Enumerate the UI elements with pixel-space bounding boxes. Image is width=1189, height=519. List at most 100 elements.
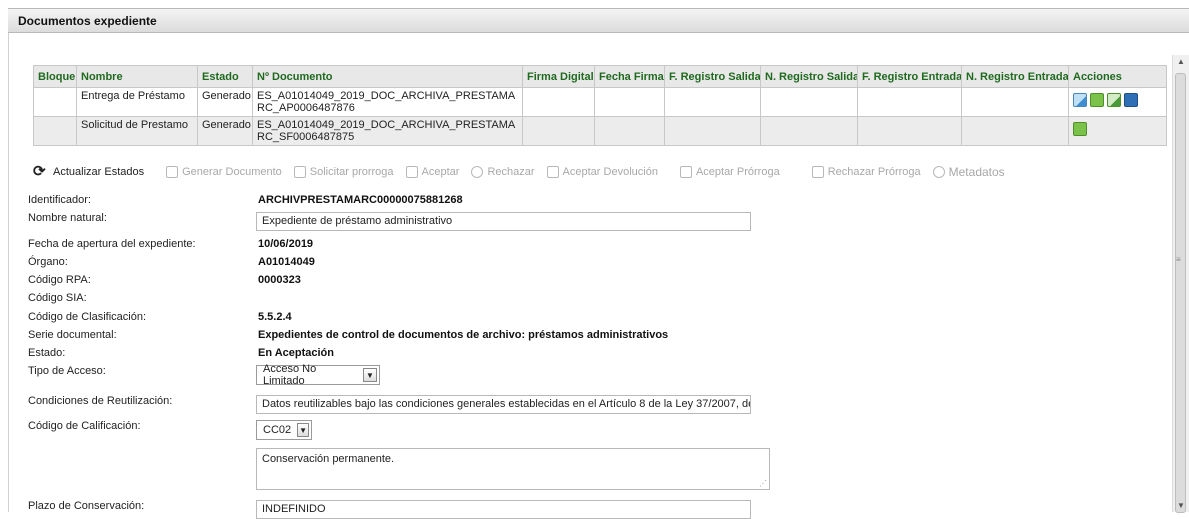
scroll-up-icon[interactable]: ▲	[1177, 57, 1185, 66]
codigo-sia-label: Código SIA:	[28, 292, 87, 304]
document-toolbar: ⟳ Actualizar Estados Generar Documento S…	[33, 162, 1017, 182]
edit-icon[interactable]	[1073, 93, 1087, 107]
serie-documental-label: Serie documental:	[28, 329, 117, 341]
cell-f-reg-salida	[664, 87, 761, 117]
cell-estado: Generado	[197, 116, 253, 146]
resize-grip-icon[interactable]: ⋰	[759, 479, 767, 488]
aceptar-devolucion-label: Aceptar Devolución	[562, 166, 658, 178]
cell-nombre: Solicitud de Prestamo	[76, 116, 198, 146]
codigo-calificacion-select[interactable]: CC02 ▼	[256, 420, 312, 440]
cell-n-reg-entrada	[961, 87, 1069, 117]
table-header-row: Bloque Nombre Estado Nº Documento Firma …	[33, 65, 1167, 88]
estado-label: Estado:	[28, 347, 66, 359]
codigo-calificacion-label: Código de Calificación:	[28, 420, 141, 432]
rechazar-button[interactable]: Rechazar	[471, 166, 535, 178]
solicitar-prorroga-button[interactable]: Solicitar prorroga	[293, 166, 394, 178]
rechazar-prorroga-label: Rechazar Prórroga	[827, 166, 921, 178]
tipo-acceso-value: Acceso No Limitado	[263, 363, 317, 387]
forbidden-icon	[471, 166, 484, 178]
identificador-label: Identificador:	[28, 194, 91, 206]
aceptar-label: Aceptar	[421, 166, 460, 178]
cell-acciones	[1068, 116, 1167, 146]
cell-fecha-firma	[594, 87, 665, 117]
metadata-icon	[932, 166, 945, 178]
scroll-down-icon[interactable]: ▼	[1177, 501, 1185, 510]
condiciones-reutilizacion-input[interactable]: Datos reutilizables bajo las condiciones…	[256, 395, 751, 414]
aceptar-prorroga-button[interactable]: Aceptar Prórroga	[679, 166, 780, 178]
vertical-scrollbar[interactable]: ▲ ≡ ▼	[1172, 55, 1189, 513]
actualizar-label: Actualizar Estados	[53, 166, 145, 178]
cell-n-reg-salida	[760, 87, 858, 117]
table-row[interactable]: Solicitud de Prestamo Generado ES_A01014…	[33, 116, 1167, 146]
tipo-acceso-select[interactable]: Acceso No Limitado ▼	[256, 363, 380, 387]
return-icon	[546, 166, 559, 178]
solicitar-label: Solicitar prorroga	[309, 166, 394, 178]
cell-firma	[522, 116, 595, 146]
scrollbar-thumb[interactable]	[1175, 73, 1186, 513]
plazo-conservacion-label: Plazo de Conservación:	[28, 500, 145, 512]
cell-acciones	[1068, 87, 1167, 117]
col-n-reg-salida[interactable]: N. Registro Salida	[760, 65, 858, 88]
cell-n-reg-entrada	[961, 116, 1069, 146]
calificacion-textarea[interactable]: Conservación permanente. ⋰	[256, 448, 770, 490]
close-box-icon	[811, 166, 824, 178]
panel-header: Documentos expediente	[8, 8, 1189, 33]
condiciones-reutilizacion-label: Condiciones de Reutilización:	[28, 395, 173, 407]
cell-numero: ES_A01014049_2019_DOC_ARCHIVA_PRESTAMARC…	[252, 116, 523, 146]
cell-nombre: Entrega de Préstamo	[76, 87, 198, 117]
cell-n-reg-salida	[760, 116, 858, 146]
codigo-clasificacion-value: 5.5.2.4	[258, 311, 292, 323]
calificacion-text: Conservación permanente.	[262, 453, 395, 465]
fecha-apertura-value: 10/06/2019	[258, 238, 314, 250]
rechazar-label: Rechazar	[487, 166, 535, 178]
cell-bloque	[33, 116, 77, 146]
cell-fecha-firma	[594, 116, 665, 146]
aceptar-button[interactable]: Aceptar	[405, 166, 460, 178]
cell-numero: ES_A01014049_2019_DOC_ARCHIVA_PRESTAMARC…	[252, 87, 523, 117]
sign-icon[interactable]	[1124, 93, 1138, 107]
chevron-down-icon[interactable]: ▼	[297, 423, 309, 437]
cell-estado: Generado	[197, 87, 253, 117]
col-fecha-firma[interactable]: Fecha Firma	[594, 65, 665, 88]
nombre-natural-label: Nombre natural:	[28, 212, 107, 224]
generar-documento-button[interactable]: Generar Documento	[166, 166, 282, 178]
download-icon[interactable]	[1090, 93, 1104, 107]
check-edit-icon[interactable]	[1107, 93, 1121, 107]
cell-bloque	[33, 87, 77, 117]
col-numero[interactable]: Nº Documento	[252, 65, 523, 88]
codigo-clasificacion-label: Código de Clasificación:	[28, 311, 147, 323]
nombre-natural-input[interactable]: Expediente de préstamo administrativo	[256, 212, 751, 231]
identificador-value: ARCHIVPRESTAMARC00000075881268	[258, 194, 463, 206]
documents-table: Bloque Nombre Estado Nº Documento Firma …	[33, 65, 1167, 146]
codigo-calificacion-value: CC02	[263, 424, 292, 436]
checkbox-icon	[679, 166, 692, 178]
col-estado[interactable]: Estado	[197, 65, 253, 88]
scroll-grip-icon: ≡	[1176, 255, 1181, 264]
col-n-reg-entrada[interactable]: N. Registro Entrada	[961, 65, 1069, 88]
col-acciones: Acciones	[1068, 65, 1167, 88]
col-bloque[interactable]: Bloque	[33, 65, 77, 88]
table-row[interactable]: Entrega de Préstamo Generado ES_A0101404…	[33, 87, 1167, 117]
chevron-down-icon[interactable]: ▼	[363, 368, 377, 382]
organo-label: Órgano:	[28, 256, 68, 268]
cell-firma	[522, 87, 595, 117]
cell-f-reg-salida	[664, 116, 761, 146]
codigo-rpa-value: 0000323	[258, 274, 301, 286]
download-icon[interactable]	[1073, 122, 1087, 136]
cell-f-reg-entrada	[857, 116, 962, 146]
refresh-icon: ⟳	[33, 163, 46, 180]
plazo-conservacion-input[interactable]: INDEFINIDO	[256, 500, 751, 519]
aceptar-devolucion-button[interactable]: Aceptar Devolución	[546, 166, 658, 178]
metadatos-button[interactable]: Metadatos	[932, 165, 1005, 179]
fecha-apertura-label: Fecha de apertura del expediente:	[28, 238, 196, 250]
metadatos-label: Metadatos	[948, 165, 1005, 179]
col-f-reg-entrada[interactable]: F. Registro Entrada	[857, 65, 962, 88]
aceptar-prorroga-label: Aceptar Prórroga	[695, 166, 780, 178]
col-nombre[interactable]: Nombre	[76, 65, 198, 88]
actualizar-estados-button[interactable]: ⟳ Actualizar Estados	[33, 163, 145, 180]
serie-documental-value: Expedientes de control de documentos de …	[258, 329, 669, 341]
generar-label: Generar Documento	[182, 166, 282, 178]
rechazar-prorroga-button[interactable]: Rechazar Prórroga	[811, 166, 921, 178]
col-firma[interactable]: Firma Digital	[522, 65, 595, 88]
col-f-reg-salida[interactable]: F. Registro Salida	[664, 65, 761, 88]
